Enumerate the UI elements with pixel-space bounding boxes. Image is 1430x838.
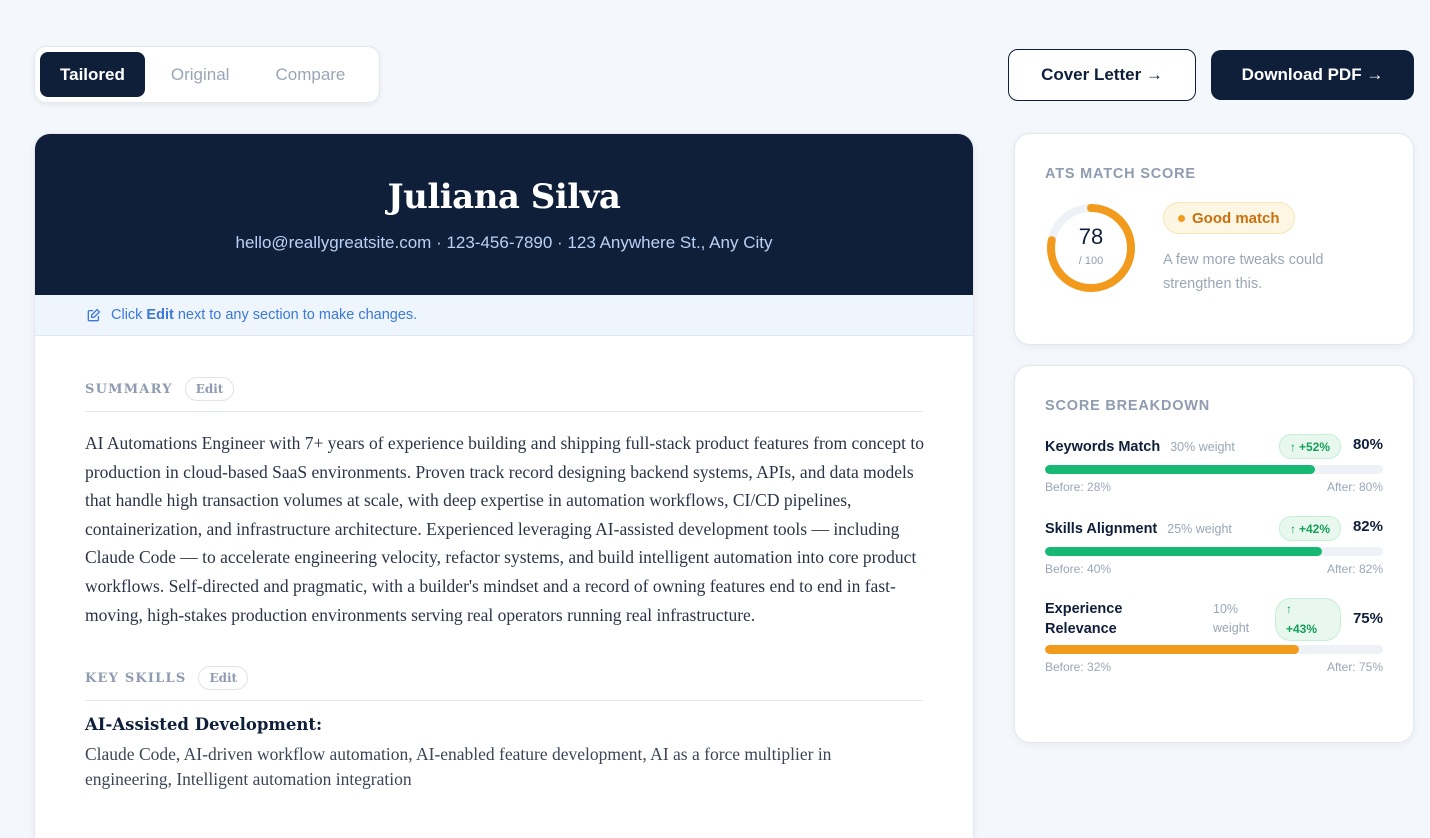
tab-compare[interactable]: Compare xyxy=(255,52,365,97)
view-tabs: Tailored Original Compare xyxy=(34,46,380,103)
summary-section: SUMMARY Edit AI Automations Engineer wit… xyxy=(35,377,973,629)
progress-fill xyxy=(1045,547,1323,556)
after-value: After: 75% xyxy=(1326,660,1383,674)
hint-bold: Edit xyxy=(146,307,174,323)
skills-header: KEY SKILLS Edit xyxy=(85,666,923,702)
skills-edit-button[interactable]: Edit xyxy=(198,666,249,691)
progress-bar xyxy=(1045,547,1383,556)
summary-title: SUMMARY xyxy=(85,381,173,397)
resume-preview: Juliana Silva hello@reallygreatsite.com … xyxy=(34,133,974,838)
skill-items: Claude Code, AI-driven workflow automati… xyxy=(85,744,832,790)
row-label: Experience Relevance xyxy=(1045,601,1123,637)
arrow-up-icon: ↑ xyxy=(1286,602,1292,616)
score-breakdown-card: SCORE BREAKDOWN Keywords Match 30% weigh… xyxy=(1014,365,1414,743)
breakdown-row-skills: Skills Alignment 25% weight ↑ +42% 82% Be… xyxy=(1045,516,1383,576)
progress-fill xyxy=(1045,645,1299,654)
cover-letter-button[interactable]: Cover Letter → xyxy=(1008,49,1196,101)
before-value: Before: 40% xyxy=(1045,562,1112,576)
row-percent: 82% xyxy=(1352,518,1383,535)
delta-badge: ↑ +52% xyxy=(1278,434,1341,459)
edit-icon xyxy=(87,308,101,322)
resume-name: Juliana Silva xyxy=(387,177,621,217)
summary-text: AI Automations Engineer with 7+ years of… xyxy=(85,433,924,625)
arrow-up-icon: ↑ xyxy=(1289,521,1296,536)
skills-title: KEY SKILLS xyxy=(85,670,187,686)
row-label: Keywords Match xyxy=(1045,439,1161,455)
match-badge-label: Good match xyxy=(1192,209,1280,227)
hint-prefix: Click xyxy=(111,307,143,323)
summary-header: SUMMARY Edit xyxy=(85,377,923,412)
status-dot-icon xyxy=(1178,214,1185,222)
progress-fill xyxy=(1045,465,1316,474)
row-percent: 75% xyxy=(1352,610,1383,627)
download-pdf-button[interactable]: Download PDF → xyxy=(1211,50,1414,100)
score-gauge: 78 / 100 xyxy=(1045,202,1137,294)
progress-bar xyxy=(1045,645,1383,654)
tab-original[interactable]: Original xyxy=(151,52,250,97)
delta-badge: ↑ +42% xyxy=(1278,516,1341,541)
breakdown-title: SCORE BREAKDOWN xyxy=(1045,398,1211,414)
score-value: 78 xyxy=(1078,224,1104,249)
skills-section: KEY SKILLS Edit AI-Assisted Development:… xyxy=(35,666,973,792)
after-value: After: 80% xyxy=(1326,480,1383,494)
row-label: Skills Alignment xyxy=(1045,521,1158,537)
breakdown-row-keywords: Keywords Match 30% weight ↑ +52% 80% Befo… xyxy=(1045,434,1383,494)
resume-header: Juliana Silva hello@reallygreatsite.com … xyxy=(35,134,973,295)
before-value: Before: 28% xyxy=(1045,480,1112,494)
edit-hint-banner: Click Edit next to any section to make c… xyxy=(35,295,973,336)
row-percent: 80% xyxy=(1352,436,1383,453)
skill-category: AI-Assisted Development: xyxy=(85,715,323,735)
hint-suffix: next to any section to make changes. xyxy=(177,307,418,323)
row-weight: 30% weight xyxy=(1170,440,1235,454)
ats-score-card: ATS MATCH SCORE 78 / 100 Good match A fe… xyxy=(1014,133,1414,345)
row-weight: 25% weight xyxy=(1167,522,1232,536)
after-value: After: 82% xyxy=(1326,562,1383,576)
ats-title: ATS MATCH SCORE xyxy=(1045,166,1196,182)
row-weight: 10% weight xyxy=(1213,602,1250,635)
ats-note: A few more tweaks could strengthen this. xyxy=(1163,252,1324,292)
delta-badge: ↑ +43% xyxy=(1275,598,1341,641)
match-badge: Good match xyxy=(1163,202,1295,234)
resume-contact: hello@reallygreatsite.com · 123-456-7890… xyxy=(235,233,773,252)
progress-bar xyxy=(1045,465,1383,474)
tab-tailored[interactable]: Tailored xyxy=(40,52,145,97)
before-value: Before: 32% xyxy=(1045,660,1112,674)
breakdown-row-experience: Experience Relevance 10% weight ↑ +43% 75… xyxy=(1045,598,1383,674)
arrow-up-icon: ↑ xyxy=(1289,439,1296,454)
summary-edit-button[interactable]: Edit xyxy=(184,377,235,401)
score-max: / 100 xyxy=(1078,255,1104,267)
